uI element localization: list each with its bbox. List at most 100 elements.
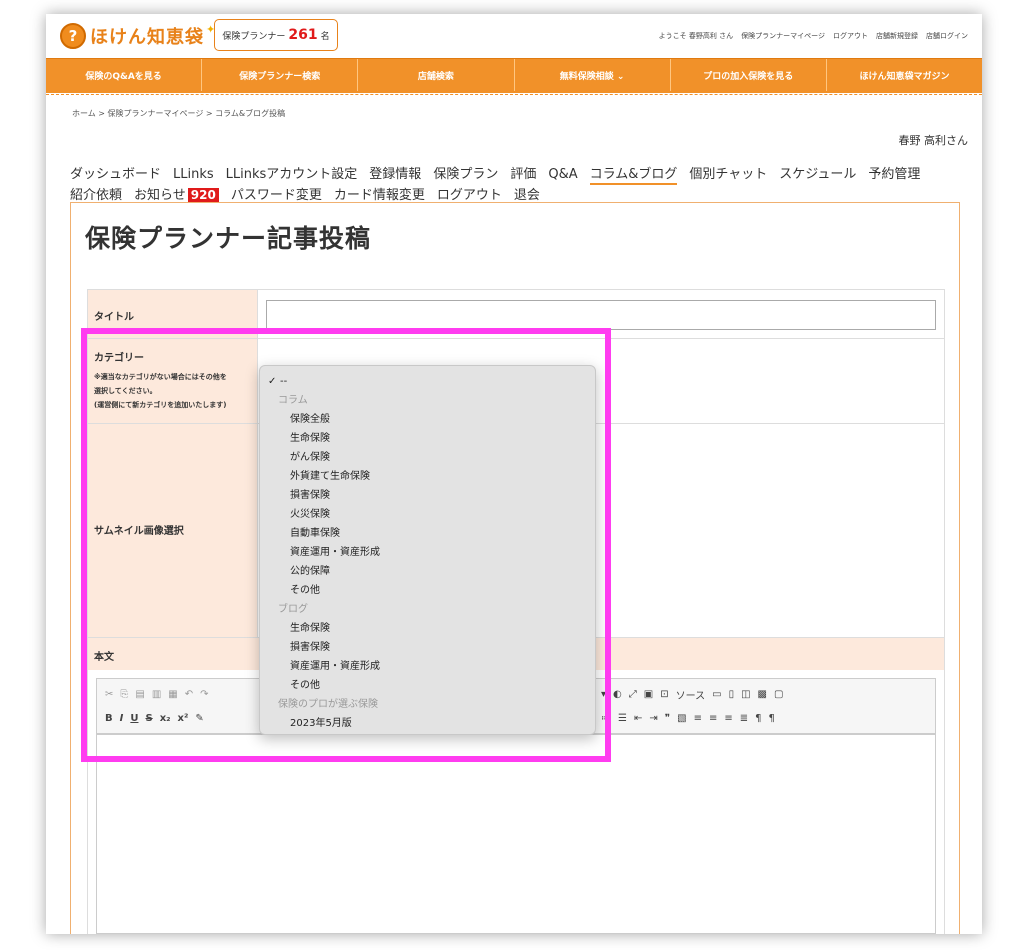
tab-reservation[interactable]: 予約管理 <box>868 164 920 185</box>
tab-registration[interactable]: 登録情報 <box>369 164 421 185</box>
site-logo[interactable]: ? ほけん知恵袋 ✦ <box>60 20 215 52</box>
nav-magazine[interactable]: ほけん知恵袋マガジン <box>827 59 982 91</box>
store-login-link[interactable]: 店舗ログイン <box>926 31 968 41</box>
dropdown-option[interactable]: がん保険 <box>260 448 595 467</box>
circle-icon[interactable]: ◐ <box>613 689 622 700</box>
dropdown-option[interactable]: 生命保険 <box>260 429 595 448</box>
dropdown-option[interactable]: 公的保障 <box>260 562 595 581</box>
mypage-tabs: ダッシュボード LLinks LLinksアカウント設定 登録情報 保険プラン 評価 Q&A… <box>70 164 970 206</box>
strike-icon[interactable]: S <box>145 713 152 724</box>
source-icon[interactable]: ⊡ <box>660 689 668 700</box>
dropdown-option[interactable]: 2023年5月版 <box>260 714 595 733</box>
tab-qa[interactable]: Q&A <box>548 164 577 185</box>
tab-schedule[interactable]: スケジュール <box>779 164 856 185</box>
template-icon[interactable]: ▢ <box>774 689 783 700</box>
welcome-text: ようこそ 春野高利 さん <box>658 32 734 40</box>
indent-icon[interactable]: ⇥ <box>649 713 657 724</box>
subscript-icon[interactable]: x₂ <box>160 713 171 724</box>
italic-icon[interactable]: I <box>120 713 124 724</box>
paste-text-icon[interactable]: ▥ <box>152 689 161 700</box>
check-icon: ✓ <box>268 376 277 387</box>
dropdown-option[interactable]: 自動車保険 <box>260 524 595 543</box>
nav-planner-search[interactable]: 保険プランナー検索 <box>202 59 359 91</box>
source-button[interactable]: ソース <box>676 687 706 702</box>
dropdown-option[interactable]: その他 <box>260 581 595 600</box>
dropdown-option[interactable]: 火災保険 <box>260 505 595 524</box>
blocks-icon[interactable]: ▣ <box>644 689 653 700</box>
logout-link[interactable]: ログアウト <box>833 31 868 41</box>
breadcrumb[interactable]: ホーム > 保険プランナーマイページ > コラム&ブログ投稿 <box>72 108 285 119</box>
tab-dashboard[interactable]: ダッシュボード <box>70 164 161 185</box>
tab-column-blog[interactable]: コラム&ブログ <box>589 166 678 185</box>
outdent-icon[interactable]: ⇤ <box>634 713 642 724</box>
title-input[interactable] <box>266 300 936 330</box>
align-center-icon[interactable]: ≡ <box>709 713 717 724</box>
redo-icon[interactable]: ↷ <box>200 689 208 700</box>
save-icon[interactable]: ▭ <box>712 689 721 700</box>
dropdown-option[interactable]: 資産運用・資産形成 <box>260 543 595 562</box>
tab-chat[interactable]: 個別チャット <box>689 164 767 185</box>
dropdown-option[interactable]: 生命保険 <box>260 619 595 638</box>
dropdown-option-default[interactable]: ✓ -- <box>260 372 595 391</box>
thumbnail-label: サムネイル画像選択 <box>88 424 258 637</box>
tab-rating[interactable]: 評価 <box>510 164 536 185</box>
underline-icon[interactable]: U <box>130 713 138 724</box>
category-note-line: (運営側にて新カテゴリを追加いたします) <box>94 401 227 409</box>
nav-divider <box>46 91 982 95</box>
option-label: -- <box>280 376 288 387</box>
maximize-icon[interactable]: ⤢ <box>629 689 637 700</box>
tab-insurance-plan[interactable]: 保険プラン <box>433 164 498 185</box>
dropdown-option[interactable]: 資産運用・資産形成 <box>260 657 595 676</box>
tab-llinks[interactable]: LLinks <box>173 164 214 185</box>
nav-store-search[interactable]: 店舗検索 <box>358 59 515 91</box>
title-field <box>258 290 944 338</box>
new-page-icon[interactable]: ▯ <box>729 689 735 700</box>
clear-format-icon[interactable]: ✎ <box>195 713 203 724</box>
logo-text: ほけん知恵袋 <box>90 27 204 48</box>
bullet-list-icon[interactable]: ☰ <box>618 713 627 724</box>
align-justify-icon[interactable]: ≣ <box>740 713 748 724</box>
category-note-line: 選択してください。 <box>94 387 157 395</box>
dropdown-option[interactable]: 外貨建て生命保険 <box>260 467 595 486</box>
tab-llinks-account[interactable]: LLinksアカウント設定 <box>226 164 358 185</box>
editor-area[interactable] <box>96 734 936 934</box>
site-header: ? ほけん知恵袋 ✦ 保険プランナー 261 名 ようこそ 春野高利 さん 保険… <box>46 14 982 58</box>
logo-icon: ? <box>60 23 86 49</box>
nav-pro-insurance[interactable]: プロの加入保険を見る <box>671 59 827 91</box>
undo-icon[interactable]: ↶ <box>185 689 193 700</box>
div-icon[interactable]: ▧ <box>677 713 686 724</box>
superscript-icon[interactable]: x² <box>178 713 189 724</box>
toolbar-right-1: ▾ ◐ ⤢ ▣ ⊡ ソース ▭ ▯ ◫ ▩ ▢ <box>601 683 783 705</box>
category-label-cell: カテゴリー ※適当なカテゴリがない場合にはその他を 選択してください。 (運営側… <box>88 339 258 423</box>
bold-icon[interactable]: B <box>105 713 113 724</box>
dropdown-option[interactable]: 損害保険 <box>260 638 595 657</box>
category-label: カテゴリー <box>94 353 144 364</box>
page-title: 保険プランナー記事投稿 <box>85 224 372 253</box>
numbered-list-icon[interactable]: ≔ <box>601 713 611 724</box>
align-right-icon[interactable]: ≡ <box>724 713 732 724</box>
paste-icon[interactable]: ▤ <box>135 689 144 700</box>
planner-count-number: 261 <box>288 27 318 43</box>
blockquote-icon[interactable]: ❞ <box>665 713 670 724</box>
category-dropdown[interactable]: ✓ -- コラム 保険全般 生命保険 がん保険 外貨建て生命保険 損害保険 火災保… <box>259 365 596 735</box>
paste-word-icon[interactable]: ▦ <box>168 689 177 700</box>
print-icon[interactable]: ▩ <box>758 689 767 700</box>
nav-qa[interactable]: 保険のQ&Aを見る <box>46 59 203 91</box>
dropdown-option[interactable]: その他 <box>260 676 595 695</box>
dropdown-option[interactable]: 損害保険 <box>260 486 595 505</box>
chevron-down-icon[interactable]: ▾ <box>601 689 606 700</box>
cut-icon[interactable]: ✂ <box>105 689 113 700</box>
toolbar-row-1: ✂ ⎘ ▤ ▥ ▦ ↶ ↷ <box>105 683 209 705</box>
store-register-link[interactable]: 店舗新規登録 <box>876 31 918 41</box>
nav-free-consult[interactable]: 無料保険相談 ⌄ <box>515 59 671 91</box>
mypage-link[interactable]: 保険プランナーマイページ <box>741 31 825 41</box>
dropdown-option[interactable]: 保険全般 <box>260 410 595 429</box>
category-note: ※適当なカテゴリがない場合にはその他を 選択してください。 (運営側にて新カテゴ… <box>94 370 251 412</box>
preview-icon[interactable]: ◫ <box>741 689 750 700</box>
rtl-icon[interactable]: ¶ <box>769 713 775 724</box>
user-name: 春野 高利さん <box>898 134 969 147</box>
category-note-line: ※適当なカテゴリがない場合にはその他を <box>94 373 227 381</box>
copy-icon[interactable]: ⎘ <box>120 689 128 700</box>
align-left-icon[interactable]: ≡ <box>694 713 702 724</box>
ltr-icon[interactable]: ¶ <box>755 713 761 724</box>
